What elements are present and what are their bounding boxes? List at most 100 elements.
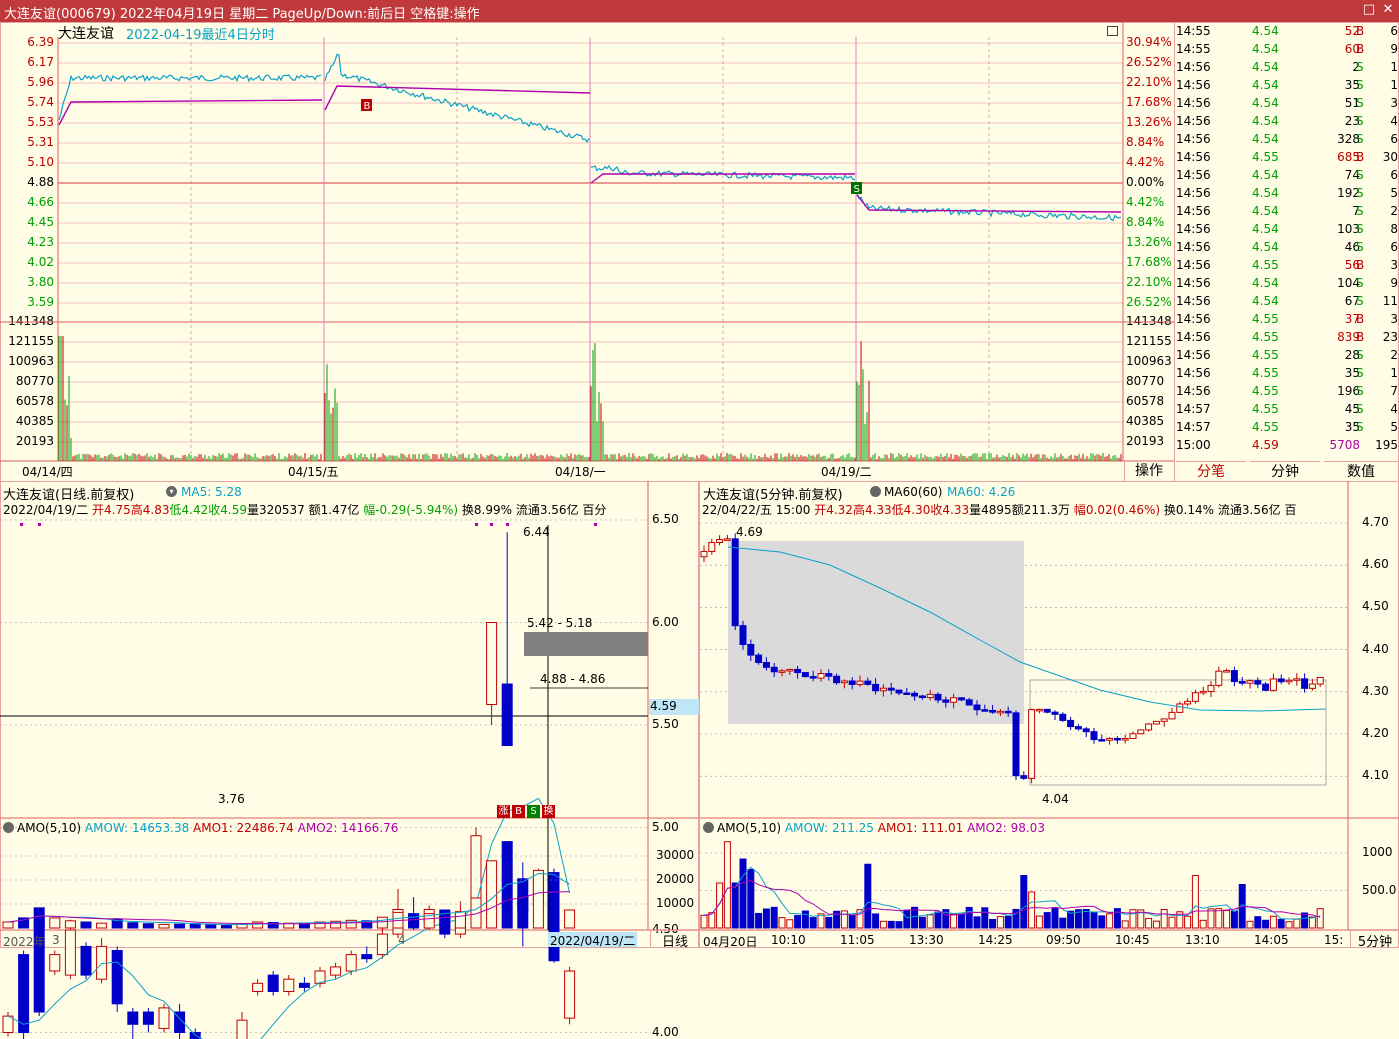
min5-candle-body	[896, 690, 902, 693]
min5-amo-bar	[951, 914, 957, 928]
daily-price-tick: 4.00	[652, 1025, 679, 1039]
min5-amo-bar	[974, 917, 980, 928]
min5-candle-body	[1309, 684, 1315, 688]
min5-candle-body	[1083, 729, 1089, 732]
min5-candle-body	[1224, 671, 1230, 673]
min5-period-button[interactable]: 5分钟	[1350, 930, 1399, 948]
min5-amo-bar	[927, 915, 933, 928]
min5-candle-body	[865, 681, 871, 684]
daily-candle-body	[284, 979, 294, 991]
min5-candle-body	[802, 673, 808, 677]
min5-amo-bar	[724, 842, 730, 928]
min5-candle-body	[1146, 724, 1152, 730]
min5-candle-body	[1231, 671, 1237, 682]
min5-candle-body	[1153, 721, 1159, 724]
min5-amo-bar	[1185, 916, 1191, 928]
min5-candle-body	[1044, 709, 1050, 712]
daily-candle-body	[19, 955, 29, 1033]
min5-candle-body	[1114, 738, 1120, 740]
min5-candle-body	[709, 543, 715, 552]
min5-candle-body	[943, 700, 949, 702]
min5-amo-bar	[1146, 918, 1152, 928]
daily-candle-body	[190, 1033, 200, 1039]
min5-time-label: 13:10	[1185, 933, 1220, 947]
min5-candle-body	[1208, 685, 1214, 691]
min5-amo-bar	[1161, 910, 1167, 928]
min5-amo-bar	[1317, 909, 1323, 928]
min5-amow: AMOW: 211.25	[785, 821, 874, 835]
min5-candle-body	[1169, 712, 1175, 719]
min5-candle-body	[1013, 713, 1019, 776]
min5-amo-bar	[1192, 876, 1198, 929]
min5-amo-bar	[982, 908, 988, 928]
min5-amo-bar	[756, 913, 762, 928]
min5-amo-bar	[1122, 921, 1128, 928]
min5-candle-body	[756, 655, 762, 662]
min5-amo-bar	[1247, 921, 1253, 928]
min5-candle-body	[740, 626, 746, 645]
min5-candle-body	[873, 684, 879, 690]
min5-candle-body	[951, 698, 957, 702]
min5-candle-body	[748, 644, 754, 655]
min5-candle-body	[880, 688, 886, 691]
min5-candle-body	[935, 694, 941, 700]
min5-amo-bar	[1224, 911, 1230, 928]
min5-amo-bar	[1005, 916, 1011, 928]
daily-candle-body	[346, 955, 356, 971]
min5-amo-bar	[997, 917, 1003, 928]
min5-candle-body	[1302, 679, 1308, 689]
daily-candle-body	[3, 1016, 13, 1032]
daily-candle-body	[331, 967, 341, 975]
min5-amo-bar	[865, 864, 871, 928]
min5-candle-body	[1247, 681, 1253, 684]
min5-amo-bar	[1270, 916, 1276, 928]
min5-amo-settings-icon[interactable]	[703, 822, 714, 833]
min5-amo-bar	[1208, 909, 1214, 928]
min5-candle-body	[1060, 714, 1066, 720]
min5-amo-bar	[873, 914, 879, 928]
daily-candle-body	[253, 983, 263, 991]
min5-amo-bar	[740, 859, 746, 928]
min5-shaded-region	[728, 541, 1024, 724]
min5-amo-bar	[1107, 914, 1113, 928]
daily-candle-body	[565, 971, 575, 1018]
min5-candle-body	[990, 710, 996, 712]
min5-amo1: AMO1: 111.01	[878, 821, 964, 835]
min5-candle-body	[1138, 730, 1144, 734]
min5-candle-body	[966, 700, 972, 705]
min5-candle-body	[1294, 679, 1300, 681]
min5-time-label: 13:30	[909, 933, 944, 947]
min5-candle-body	[810, 677, 816, 679]
min5-amo-bar	[896, 922, 902, 928]
min5-amo-bar	[880, 921, 886, 928]
min5-amo-bar	[1200, 920, 1206, 928]
min5-chart	[0, 0, 1399, 948]
min5-amo-bar	[888, 921, 894, 928]
min5-amo-bar	[1309, 917, 1315, 928]
min5-amo-bar	[1044, 913, 1050, 928]
min5-candle-body	[974, 705, 980, 710]
min5-amo-bar	[1099, 916, 1105, 928]
min5-time-label: 11:05	[840, 933, 875, 947]
min5-amo-bar	[1278, 919, 1284, 928]
min5-amo-bar	[771, 907, 777, 928]
min5-time-label: 10:45	[1115, 933, 1150, 947]
min5-candle-body	[717, 540, 723, 543]
min5-amo-bar	[810, 918, 816, 928]
min5-amo-bar	[1060, 918, 1066, 928]
daily-candle-body	[268, 975, 278, 991]
min5-candle-body	[1317, 677, 1323, 684]
min5-amo2: AMO2: 98.03	[967, 821, 1045, 835]
min5-candle-body	[1029, 710, 1035, 779]
min5-candle-body	[1255, 681, 1261, 684]
min5-time-label: 09:50	[1046, 933, 1081, 947]
daily-candle-body	[237, 1020, 247, 1039]
min5-amo-bar	[912, 907, 918, 928]
min5-time-label: 10:10	[771, 933, 806, 947]
min5-time-label: 14:05	[1254, 933, 1289, 947]
min5-amo-bar	[732, 883, 738, 928]
min5-amo-bar	[966, 907, 972, 928]
daily-candle-body	[159, 1008, 169, 1029]
min5-candle-body	[701, 551, 707, 556]
min5-amo-bar	[935, 912, 941, 928]
